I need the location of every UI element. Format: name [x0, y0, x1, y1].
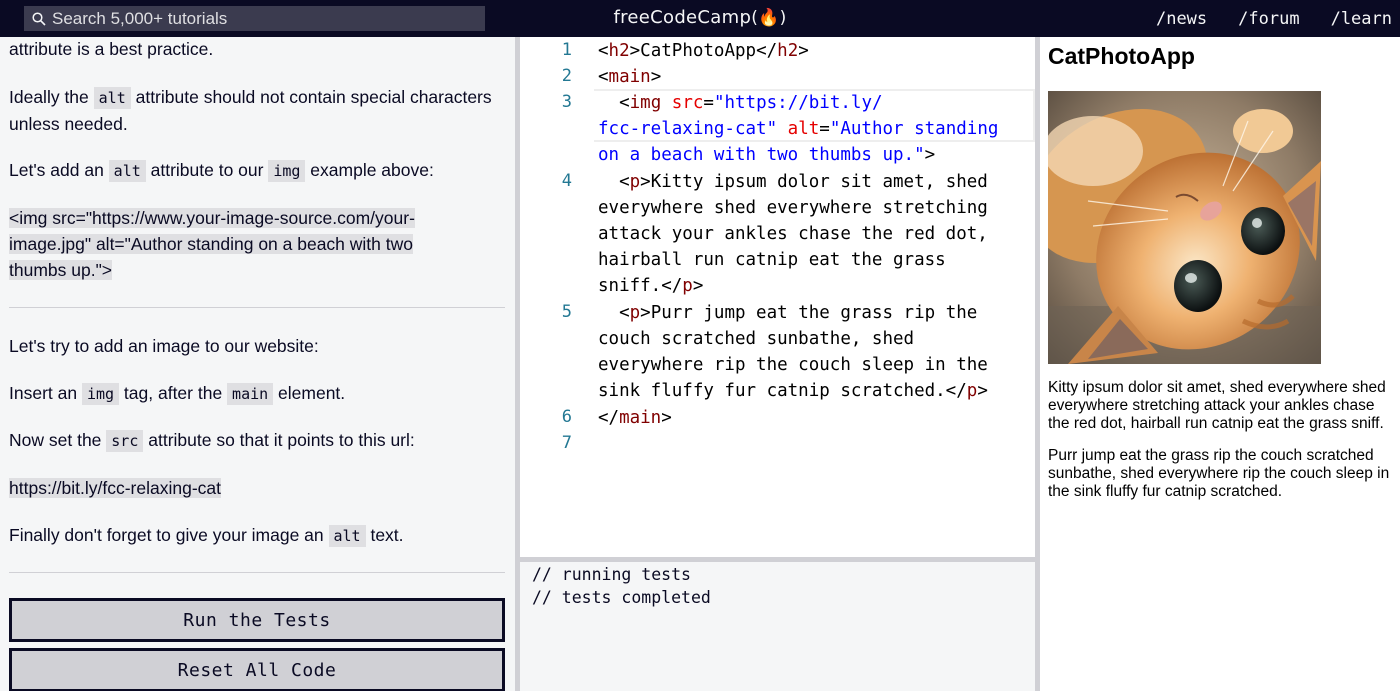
code-token: main: [608, 67, 651, 87]
instructions-panel: attribute is a best practice. Ideally th…: [0, 37, 515, 691]
code-token: >: [650, 67, 662, 87]
text-segment: attribute to our: [145, 160, 269, 180]
divider: [9, 572, 505, 573]
code-line-4[interactable]: <p>Kitty ipsum dolor sit amet, shed ever…: [598, 169, 1018, 299]
code-token: h2: [777, 41, 799, 61]
text-segment: Let's add an: [9, 160, 109, 180]
search-icon: [32, 11, 46, 26]
console-line: // tests completed: [532, 588, 711, 607]
inline-code: alt: [93, 87, 131, 109]
code-token: CatPhotoApp: [640, 41, 757, 61]
logo-text: freeCodeCamp: [613, 7, 752, 28]
code-token: >: [629, 41, 641, 61]
inline-code: alt: [108, 160, 146, 182]
text-segment: text.: [365, 525, 404, 545]
example-code-block: <img src="https://www.your-image-source.…: [9, 205, 505, 283]
code-editor[interactable]: 1 2 3 4 5 6 7 <h2>CatPhotoApp</h2> <main…: [520, 37, 1035, 557]
code-token: "Author standing: [829, 119, 999, 139]
code-token: main: [619, 408, 662, 428]
code-token: <: [598, 67, 609, 87]
code-line-5[interactable]: <p>Purr jump eat the grass rip the couch…: [598, 300, 1018, 404]
code-token: >: [798, 41, 809, 61]
preview-title: CatPhotoApp: [1048, 43, 1195, 69]
code-token: img: [629, 93, 662, 113]
reset-code-button[interactable]: Reset All Code: [9, 648, 505, 691]
nav-link-news[interactable]: /news: [1156, 9, 1207, 29]
line-number: 7: [561, 433, 572, 453]
code-token: on a beach with two thumbs up.": [598, 145, 925, 165]
instructions-para-3: Let's try to add an image to our website…: [9, 333, 505, 359]
code-token: <: [598, 41, 609, 61]
text-segment: attribute so that it points to this url:: [143, 430, 415, 450]
code-line-6[interactable]: </main>: [598, 405, 1018, 431]
code-line: thumbs up.">: [9, 260, 113, 280]
code-token: <: [619, 93, 630, 113]
text-segment: element.: [273, 383, 346, 403]
nav-link-forum[interactable]: /forum: [1238, 9, 1299, 29]
code-token: >: [661, 408, 672, 428]
code-token: =: [703, 93, 714, 113]
search-input[interactable]: [52, 8, 472, 29]
text-segment: Now set the: [9, 430, 107, 450]
nav-link-learn[interactable]: /learn: [1331, 9, 1392, 29]
line-number: 1: [561, 40, 572, 60]
divider: [9, 307, 505, 308]
console-line: // running tests: [532, 565, 691, 584]
test-console: // running tests // tests completed: [520, 562, 1035, 691]
inline-code: src: [106, 430, 144, 452]
preview-pane: CatPhotoApp Kitty ipsum dolor sit amet, …: [1040, 37, 1400, 691]
code-token: fcc-relaxing-cat": [598, 119, 778, 139]
code-token: </: [598, 408, 620, 428]
code-line-1[interactable]: <h2>CatPhotoApp</h2>: [598, 38, 1018, 64]
cat-photo-illustration: [1048, 91, 1321, 364]
search-bar[interactable]: [24, 6, 485, 31]
code-token: h2: [608, 41, 630, 61]
instructions-para-5: Now set the src attribute so that it poi…: [9, 427, 505, 454]
code-token: src: [671, 93, 704, 113]
line-number: 2: [561, 66, 572, 86]
instructions-para-2: Let's add an alt attribute to our img ex…: [9, 157, 505, 184]
code-line-2[interactable]: <main>: [598, 64, 1018, 90]
flame-icon: (🔥): [751, 8, 787, 28]
code-token: =: [819, 119, 830, 139]
nav-links: /news /forum /learn: [1156, 0, 1400, 37]
instructions-line-top: attribute is a best practice.: [9, 39, 214, 59]
preview-paragraph-2: Purr jump eat the grass rip the couch sc…: [1048, 447, 1390, 500]
text-segment: example above:: [305, 160, 434, 180]
instructions-content: attribute is a best practice.: [9, 37, 505, 62]
inline-code: main: [227, 383, 274, 405]
instructions-para-6: Finally don't forget to give your image …: [9, 522, 505, 549]
text-segment: Let's try to add an image to our website…: [9, 336, 319, 356]
url-text: https://bit.ly/fcc-relaxing-cat: [9, 478, 222, 498]
code-token: alt: [787, 119, 820, 139]
code-line: <img src="https://www.your-image-source.…: [9, 208, 415, 228]
text-segment: Ideally the: [9, 87, 94, 107]
cat-photo: [1048, 91, 1321, 364]
code-line-3[interactable]: <img src="https://bit.ly/ fcc-relaxing-c…: [598, 90, 1018, 168]
line-number: 3: [561, 92, 572, 112]
line-number: 5: [561, 302, 572, 322]
inline-code: img: [268, 160, 306, 182]
code-token: >: [924, 145, 936, 165]
code-token: "https://bit.ly/: [713, 93, 883, 113]
line-number: 6: [561, 407, 572, 427]
run-tests-button[interactable]: Run the Tests: [9, 598, 505, 642]
text-segment: Insert an: [9, 383, 82, 403]
code-token: </: [756, 41, 778, 61]
preview-paragraph-1: Kitty ipsum dolor sit amet, shed everywh…: [1048, 379, 1386, 432]
text-segment: Finally don't forget to give your image …: [9, 525, 329, 545]
url-code-block: https://bit.ly/fcc-relaxing-cat: [9, 475, 505, 501]
instructions-para-4: Insert an img tag, after the main elemen…: [9, 380, 505, 407]
line-number: 4: [561, 171, 572, 191]
inline-code: alt: [328, 525, 366, 547]
top-nav: freeCodeCamp(🔥) /news /forum /learn: [0, 0, 1400, 37]
code-line: image.jpg" alt="Author standing on a bea…: [9, 234, 413, 254]
instructions-para-1: Ideally the alt attribute should not con…: [9, 84, 505, 137]
inline-code: img: [81, 383, 120, 405]
text-segment: tag, after the: [119, 383, 228, 403]
